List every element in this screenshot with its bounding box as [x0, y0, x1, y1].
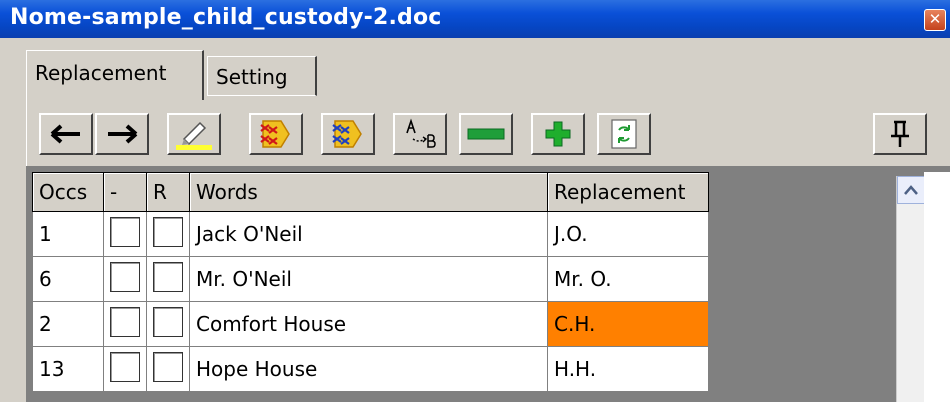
replace-cell — [146, 301, 190, 347]
red-wordlist-icon — [260, 120, 290, 148]
occs-cell: 1 — [32, 211, 104, 257]
tab-replacement[interactable]: Replacement — [26, 50, 204, 102]
toolbar — [26, 100, 950, 166]
replacement-cell-highlighted[interactable]: C.H. — [547, 301, 709, 347]
col-header-occs[interactable]: Occs — [32, 172, 104, 212]
col-header-words[interactable]: Words — [189, 172, 548, 212]
next-button[interactable] — [95, 113, 149, 155]
arrow-left-icon — [50, 124, 80, 144]
plus-icon — [545, 121, 571, 147]
col-header-minus[interactable]: - — [103, 172, 147, 212]
replacement-grid-area: Occs - R Words Replacement 1 Jack O'Neil… — [26, 166, 950, 402]
col-header-r[interactable]: R — [146, 172, 190, 212]
exclude-checkbox[interactable] — [110, 306, 140, 337]
exclude-cell — [103, 346, 147, 392]
refresh-icon — [611, 119, 637, 149]
replacement-table: Occs - R Words Replacement 1 Jack O'Neil… — [32, 172, 709, 392]
table-row[interactable]: 13 Hope House H.H. — [32, 346, 709, 392]
occs-cell: 6 — [32, 256, 104, 302]
replace-ab-button[interactable] — [393, 113, 447, 155]
word-list-red-button[interactable] — [249, 113, 303, 155]
replace-cell — [146, 346, 190, 392]
header-row: Occs - R Words Replacement — [32, 172, 709, 212]
ab-replace-icon — [406, 118, 436, 148]
replace-cell — [146, 256, 190, 302]
exclude-checkbox[interactable] — [110, 216, 140, 247]
close-icon: ✕ — [928, 10, 942, 28]
occs-cell: 13 — [32, 346, 104, 392]
highlight-button[interactable] — [167, 113, 221, 155]
replacement-cell[interactable]: Mr. O. — [547, 256, 709, 302]
pin-icon — [891, 120, 909, 147]
vertical-scrollbar[interactable] — [896, 176, 925, 402]
close-button[interactable]: ✕ — [924, 9, 946, 31]
highlight-pen-icon — [176, 121, 212, 150]
add-button[interactable] — [531, 113, 585, 155]
window-title: Nome-sample_child_custody-2.doc — [10, 5, 442, 30]
col-header-replacement[interactable]: Replacement — [547, 172, 709, 212]
pin-button[interactable] — [873, 113, 927, 155]
word-cell[interactable]: Mr. O'Neil — [189, 256, 548, 302]
exclude-cell — [103, 256, 147, 302]
remove-button[interactable] — [459, 113, 513, 155]
word-cell[interactable]: Comfort House — [189, 301, 548, 347]
title-bar[interactable]: Nome-sample_child_custody-2.doc ✕ — [0, 0, 950, 38]
word-cell[interactable]: Hope House — [189, 346, 548, 392]
replacement-cell[interactable]: J.O. — [547, 211, 709, 257]
table-row[interactable]: 6 Mr. O'Neil Mr. O. — [32, 256, 709, 302]
replace-cell — [146, 211, 190, 257]
word-cell[interactable]: Jack O'Neil — [189, 211, 548, 257]
arrow-right-icon — [108, 124, 138, 144]
chevron-up-icon — [904, 185, 918, 195]
blue-wordlist-icon — [332, 120, 362, 148]
previous-button[interactable] — [39, 113, 93, 155]
scroll-up-button[interactable] — [897, 176, 925, 204]
exclude-checkbox[interactable] — [110, 261, 140, 292]
app-window: Nome-sample_child_custody-2.doc ✕ Replac… — [0, 0, 950, 402]
exclude-cell — [103, 301, 147, 347]
table-row[interactable]: 2 Comfort House C.H. — [32, 301, 709, 347]
replacement-cell[interactable]: H.H. — [547, 346, 709, 392]
occs-cell: 2 — [32, 301, 104, 347]
panel-edge — [924, 172, 950, 402]
exclude-checkbox[interactable] — [110, 351, 140, 382]
tab-strip: Replacement Setting — [0, 38, 950, 102]
replace-checkbox[interactable] — [153, 306, 183, 337]
minus-icon — [467, 128, 505, 140]
exclude-cell — [103, 211, 147, 257]
replace-checkbox[interactable] — [153, 261, 183, 292]
replace-checkbox[interactable] — [153, 216, 183, 247]
table-row[interactable]: 1 Jack O'Neil J.O. — [32, 211, 709, 257]
refresh-button[interactable] — [597, 113, 651, 155]
replace-checkbox[interactable] — [153, 351, 183, 382]
word-list-blue-button[interactable] — [321, 113, 375, 155]
tab-setting[interactable]: Setting — [207, 56, 317, 96]
